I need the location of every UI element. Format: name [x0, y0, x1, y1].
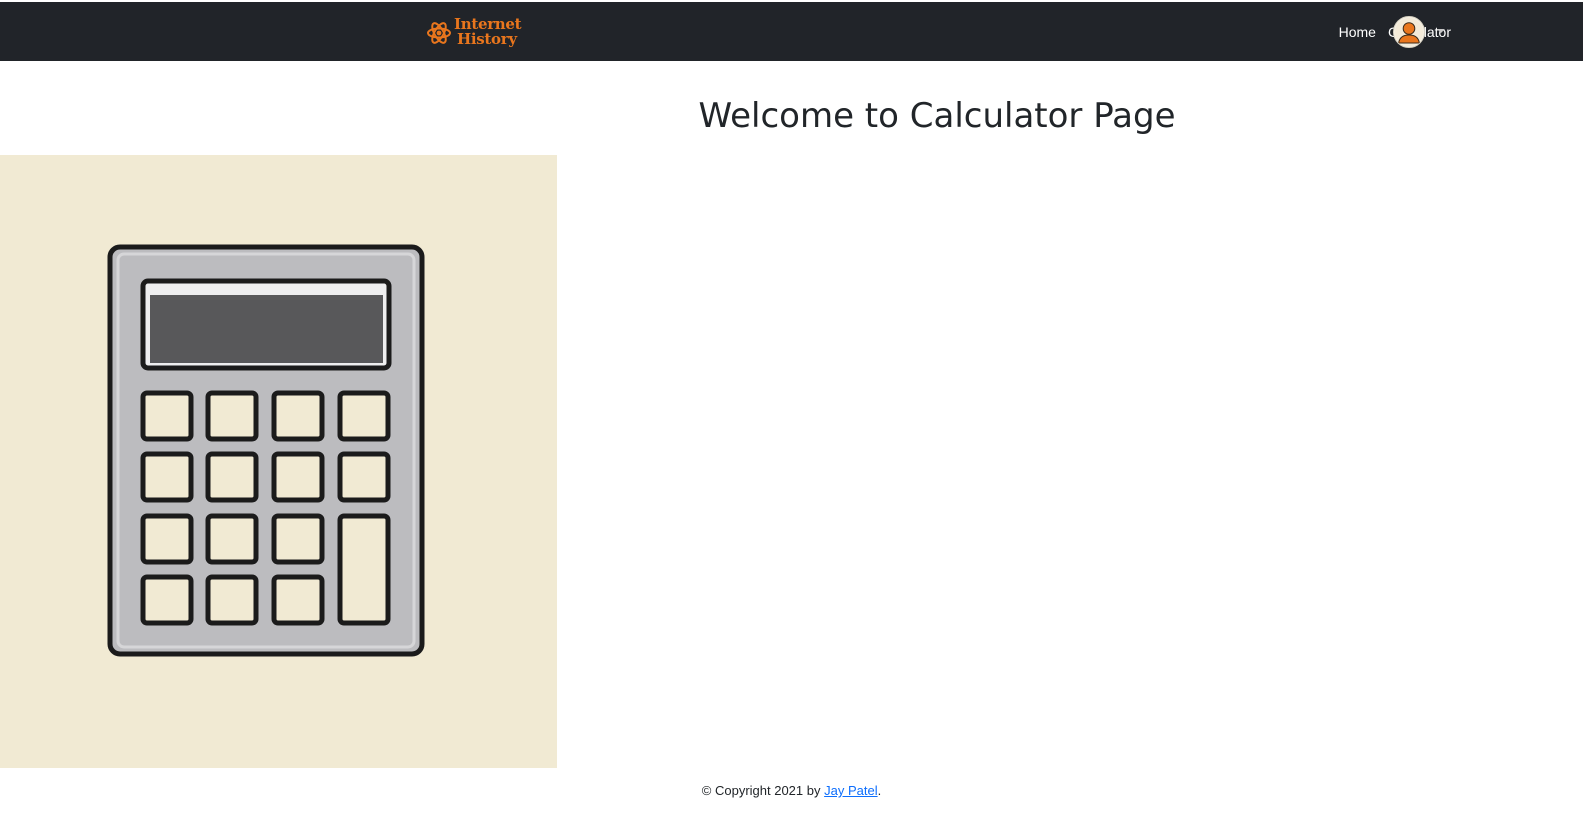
nav-link-home[interactable]: Home — [1339, 24, 1376, 40]
footer-period: . — [877, 783, 882, 798]
user-silhouette — [1395, 18, 1423, 46]
calculator-hero-image — [0, 155, 557, 768]
top-navbar: Internet History Home Calculator — [0, 0, 1583, 61]
user-avatar-icon[interactable] — [1393, 16, 1425, 48]
caret-down-icon[interactable] — [1437, 29, 1445, 33]
logo-wordmark: Internet History — [454, 17, 522, 48]
site-logo[interactable]: Internet History — [426, 15, 522, 51]
copyright-text: © Copyright 2021 by — [701, 783, 825, 798]
calculator-icon — [107, 244, 425, 657]
page-title: Welcome to Calculator Page — [698, 96, 1176, 136]
logo-line-2: History — [457, 30, 517, 48]
author-link[interactable]: Jay Patel — [824, 783, 877, 798]
atom-icon — [427, 22, 451, 44]
page-footer: © Copyright 2021 by Jay Patel. — [0, 783, 1583, 798]
nav-links: Home Calculator — [1327, 16, 1451, 48]
